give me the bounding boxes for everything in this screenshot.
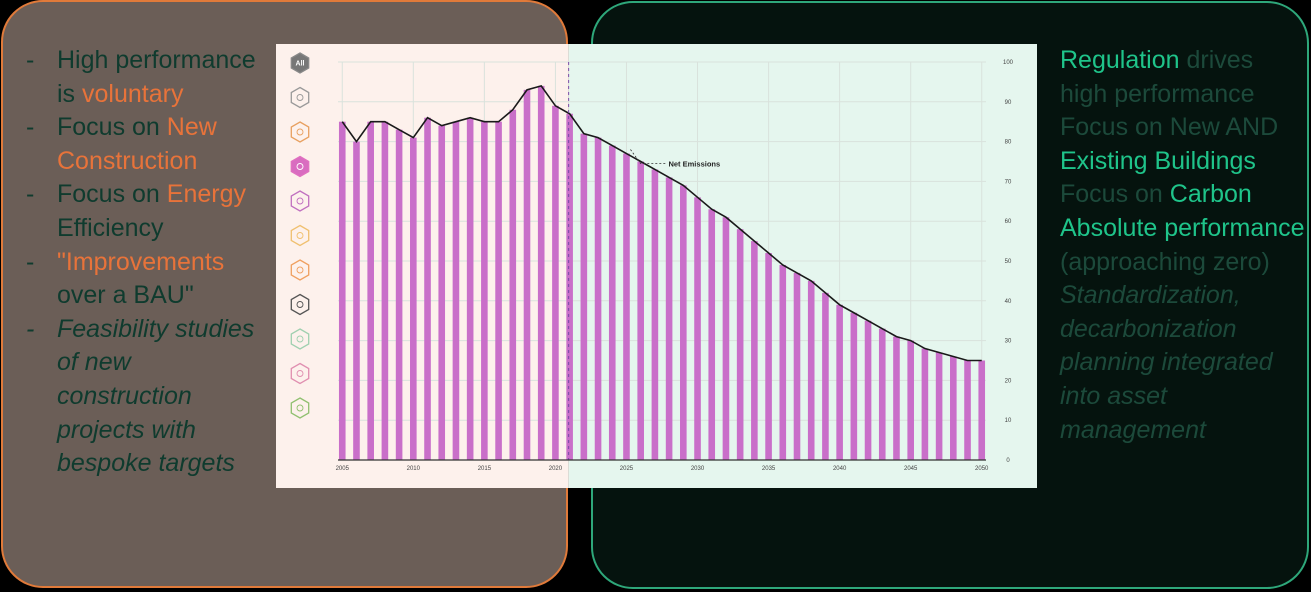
bar [736,229,744,460]
bar [353,141,360,460]
y-tick-label: 20 [1005,378,1012,384]
y-tick-label: 90 [1005,100,1012,106]
bar [893,336,900,460]
bar [338,121,346,460]
right-statement-text: (approaching zero) [1060,247,1270,276]
bar [921,348,929,460]
left-bullet-text: over a BAU" [57,281,194,310]
left-bullet-text: Efficiency [57,213,164,242]
home-icon [290,155,310,178]
y-tick-label: 10 [1005,418,1012,424]
bar [836,304,843,460]
bar [765,253,772,460]
x-tick-label: 2030 [691,466,705,472]
bar [608,145,616,460]
right-statement-text: Standardization, decarbonization plannin… [1060,281,1273,444]
x-tick-label: 2015 [478,466,492,472]
left-bullet-text: voluntary [82,79,184,108]
left-bullet-item: High performance is voluntary [22,44,272,111]
bar [481,121,488,460]
right-statement-text: Existing Buildings [1060,146,1256,175]
emissions-chart: 2005 2010 2015 2020 2025 2030 2035 2040 2045 2050… [276,44,1037,488]
bar [395,129,403,460]
y-tick-label: 60 [1005,219,1012,225]
bar [509,109,517,460]
left-bullet-text: Energy [166,180,246,209]
x-tick-label: 2005 [336,466,350,472]
left-bullet-item: "Improvements over a BAU" [22,246,272,313]
x-tick-label: 2040 [833,466,847,472]
bar [850,312,858,460]
left-bullet-item: Feasibility studies of new construction … [22,313,272,481]
y-tick-label: 100 [1003,60,1014,66]
bar [722,217,730,460]
bar [907,340,914,460]
bar [950,356,957,460]
bar [665,177,673,461]
bar [822,292,829,460]
left-bullet-item: Focus on New Construction [22,111,272,178]
bar [651,169,659,460]
x-tick-label: 2020 [549,466,563,472]
y-tick-label: 40 [1005,299,1012,305]
bar [466,117,474,460]
net-emissions-label: Net Emissions [668,159,720,168]
y-tick-label: 50 [1005,259,1012,265]
bar [438,125,446,461]
right-statement: Standardization, decarbonization plannin… [1060,279,1305,447]
y-tick-label: 30 [1005,339,1012,345]
bar [708,209,716,460]
x-tick-label: 2025 [620,466,634,472]
left-bullet-item: Focus on Energy Efficiency [22,178,272,245]
bar [580,133,588,460]
x-tick-label: 2010 [407,466,421,472]
bar [680,185,687,460]
y-tick-label: 80 [1005,140,1012,146]
y-tick-label: 70 [1005,179,1012,185]
right-text-block: Regulation drives high performance Focus … [1060,44,1305,447]
bar [381,121,389,460]
right-statement-text: Regulation [1060,46,1180,74]
bar [367,121,374,460]
right-statement-text: Focus on [1060,180,1170,209]
bar [623,153,630,460]
bar [523,89,531,461]
bar [864,320,872,460]
bar [807,280,815,460]
right-statement: Regulation drives high performance [1060,44,1305,111]
x-tick-label: 2045 [904,466,918,472]
bar [424,117,431,460]
bar [978,360,986,460]
all-label: All [296,61,305,68]
bar [793,272,801,460]
bar [694,197,701,460]
chart-svg: 2005 2010 2015 2020 2025 2030 2035 2040 2045 2050… [276,44,1037,488]
bar [594,137,602,460]
x-tick-label: 2035 [762,466,776,472]
bar [637,161,644,460]
right-statement-text: Focus on New AND [1060,113,1279,142]
x-tick-label: 2050 [975,466,989,472]
bar [495,121,502,460]
bar [751,241,758,460]
right-statement: Focus on Carbon Absolute performance (ap… [1060,178,1305,279]
left-bullet-list: High performance is voluntaryFocus on Ne… [22,44,272,481]
bar [552,105,559,460]
left-bullet-text: Focus on [57,180,167,209]
bar [537,85,545,460]
bar [935,352,943,460]
bar [410,137,417,460]
bar [566,113,573,461]
bar [878,328,886,460]
bar [964,360,971,460]
left-bullet-text: "Improvements [57,247,225,276]
bar [779,264,787,460]
right-statement: Focus on New AND Existing Buildings [1060,111,1305,178]
left-bullet-text: Focus on [57,113,167,142]
bar [452,121,460,460]
left-bullet-text: Feasibility studies of new construction … [57,314,255,478]
